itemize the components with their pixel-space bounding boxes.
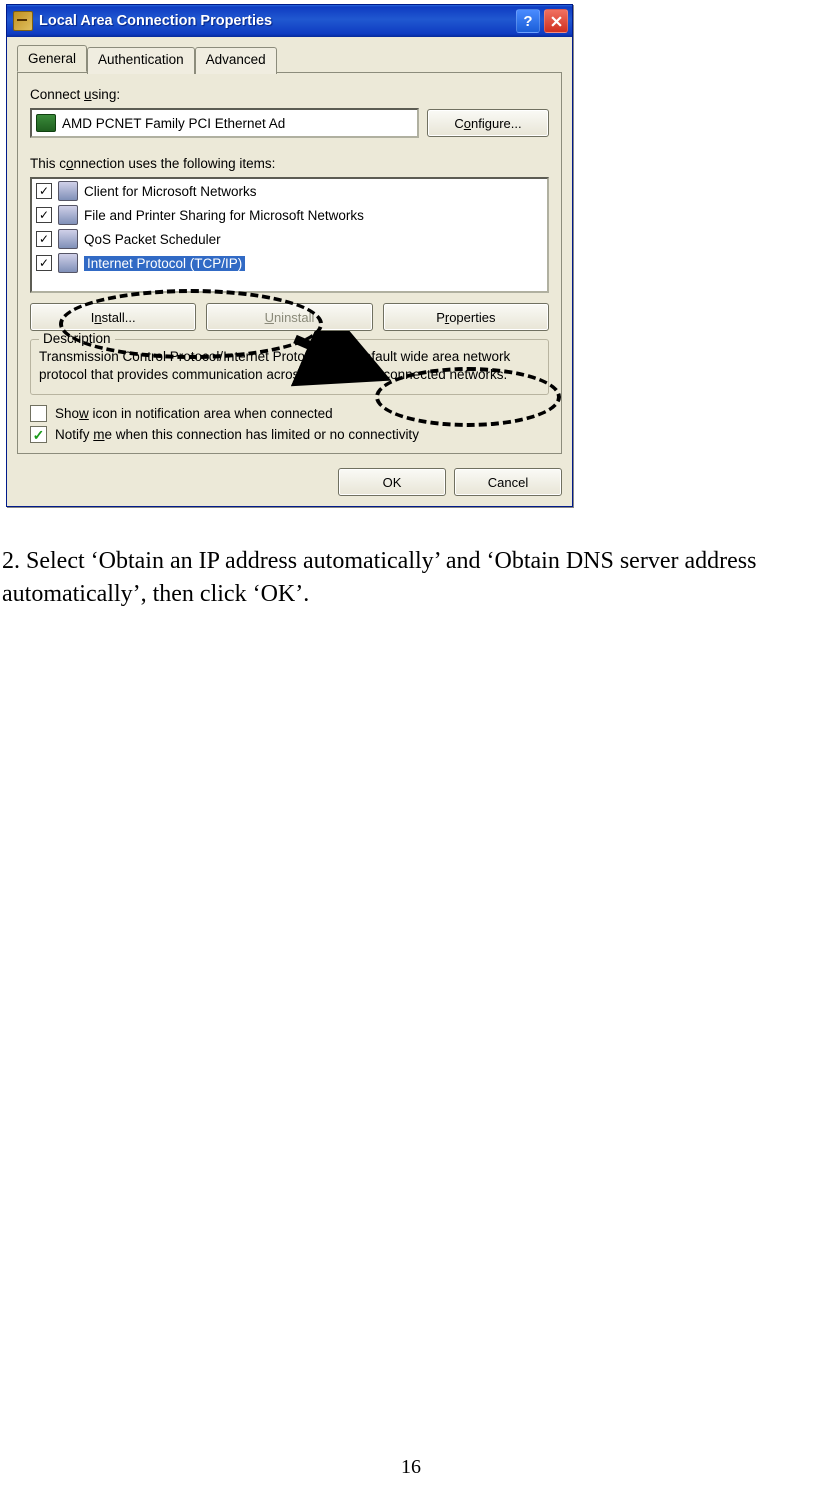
tcpip-icon [58, 253, 78, 273]
file-printer-icon [58, 205, 78, 225]
list-item[interactable]: ✓ File and Printer Sharing for Microsoft… [32, 203, 547, 227]
connect-using-label: Connect using: [30, 87, 549, 102]
close-icon [551, 16, 562, 27]
configure-button[interactable]: Configure... [427, 109, 549, 137]
tab-authentication[interactable]: Authentication [87, 47, 195, 74]
items-list[interactable]: ✓ Client for Microsoft Networks ✓ File a… [30, 177, 549, 293]
checkbox-checked[interactable]: ✓ [30, 426, 47, 443]
show-icon-row[interactable]: Show icon in notification area when conn… [30, 405, 549, 422]
description-text: Transmission Control Protocol/Internet P… [39, 348, 540, 384]
tab-panel: Connect using: AMD PCNET Family PCI Ethe… [17, 72, 562, 454]
close-button[interactable] [544, 9, 568, 33]
checkbox[interactable]: ✓ [36, 183, 52, 199]
titlebar[interactable]: Local Area Connection Properties ? [7, 5, 572, 37]
list-item[interactable]: ✓ QoS Packet Scheduler [32, 227, 547, 251]
list-item-selected[interactable]: ✓ Internet Protocol (TCP/IP) [32, 251, 547, 275]
tabstrip: General Authentication Advanced [7, 37, 572, 72]
checkbox[interactable]: ✓ [36, 207, 52, 223]
adapter-name: AMD PCNET Family PCI Ethernet Ad [62, 116, 285, 131]
connection-properties-dialog: Local Area Connection Properties ? Gener… [6, 4, 573, 507]
network-connection-icon [13, 11, 33, 31]
description-legend: Description [39, 331, 115, 346]
instruction-text: 2. Select ‘Obtain an IP address automati… [2, 545, 822, 610]
cancel-button[interactable]: Cancel [454, 468, 562, 496]
ok-button[interactable]: OK [338, 468, 446, 496]
page-number: 16 [0, 1456, 822, 1479]
uninstall-button[interactable]: Uninstall [206, 303, 372, 331]
window-title: Local Area Connection Properties [39, 13, 516, 29]
items-label: This connection uses the following items… [30, 156, 549, 171]
install-button[interactable]: Install... [30, 303, 196, 331]
checkbox[interactable]: ✓ [36, 255, 52, 271]
list-item[interactable]: ✓ Client for Microsoft Networks [32, 179, 547, 203]
adapter-field[interactable]: AMD PCNET Family PCI Ethernet Ad [30, 108, 419, 138]
nic-icon [36, 114, 56, 132]
description-group: Description Transmission Control Protoco… [30, 339, 549, 395]
properties-button[interactable]: Properties [383, 303, 549, 331]
tab-advanced[interactable]: Advanced [195, 47, 277, 74]
client-icon [58, 181, 78, 201]
checkbox[interactable]: ✓ [36, 231, 52, 247]
help-button[interactable]: ? [516, 9, 540, 33]
tab-general[interactable]: General [17, 45, 87, 72]
dialog-footer: OK Cancel [7, 464, 572, 506]
qos-icon [58, 229, 78, 249]
checkbox-unchecked[interactable] [30, 405, 47, 422]
notify-row[interactable]: ✓ Notify me when this connection has lim… [30, 426, 549, 443]
